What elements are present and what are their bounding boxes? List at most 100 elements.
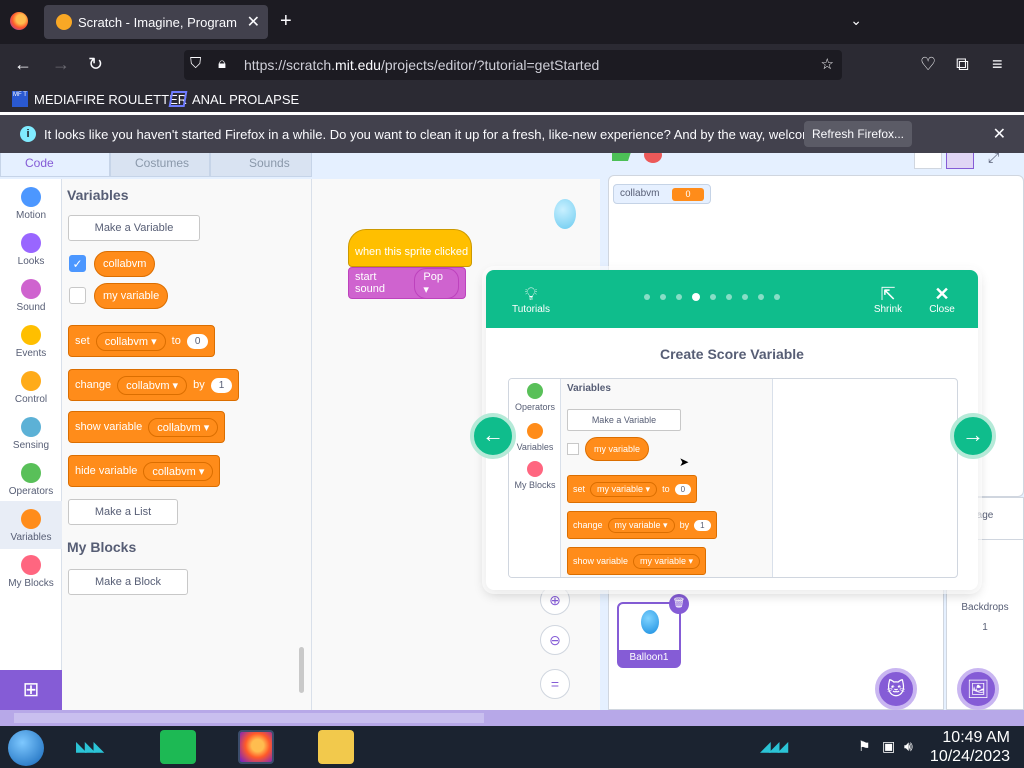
my-blocks-category-icon	[527, 461, 543, 477]
make-list-button[interactable]: Make a List	[68, 499, 178, 525]
close-icon[interactable]: ✕	[993, 124, 1006, 144]
network-icon[interactable]: ▣	[882, 738, 895, 755]
category-variables[interactable]: Variables	[0, 501, 62, 549]
category-sensing[interactable]: Sensing	[0, 413, 62, 457]
step-dot[interactable]	[676, 294, 682, 300]
previous-step-arrow-icon[interactable]: ←	[470, 413, 516, 459]
sprite-tile-balloon[interactable]: Balloon1 🗑︎	[617, 594, 689, 668]
tutorials-button[interactable]: 💡︎ Tutorials	[508, 284, 554, 315]
zoom-reset-icon[interactable]: =	[540, 669, 570, 699]
firefox-icon[interactable]	[10, 12, 28, 30]
extensions-icon[interactable]: ⧉	[956, 54, 969, 75]
stop-icon[interactable]	[644, 153, 662, 163]
fullscreen-icon[interactable]: ⤢	[988, 153, 999, 166]
add-backdrop-button[interactable]: 🖼︎	[957, 668, 999, 710]
firefox-taskbar-icon[interactable]	[238, 730, 274, 764]
new-tab-icon[interactable]: +	[280, 10, 292, 33]
step-dot[interactable]	[660, 294, 666, 300]
category-my-blocks[interactable]: My Blocks	[0, 551, 62, 595]
value-input[interactable]: 1	[210, 377, 233, 393]
zoom-out-icon[interactable]: ⊖	[540, 625, 570, 655]
green-flag-icon[interactable]	[612, 153, 632, 161]
bookmark-mediafire[interactable]: MF T MEDIAFIRE ROULETTER	[12, 91, 187, 107]
tab-title: Scratch - Imagine, Program, Sh	[78, 15, 238, 30]
add-extension-button[interactable]: ⊞	[0, 670, 62, 710]
variable-reporter[interactable]: my variable	[94, 283, 169, 309]
variable-dropdown[interactable]: collabvm ▾	[117, 375, 188, 395]
bookmarks-toolbar: MF T MEDIAFIRE ROULETTER ANAL PROLAPSE	[0, 86, 1024, 112]
demo-show-block: show variable my variable ▾	[567, 547, 707, 575]
palette-scrollbar[interactable]	[299, 647, 304, 693]
make-block-button[interactable]: Make a Block	[68, 569, 188, 595]
category-operators[interactable]: Operators	[0, 459, 62, 503]
step-dot[interactable]	[726, 294, 732, 300]
add-sprite-button[interactable]: 🐱︎	[875, 668, 917, 710]
next-step-arrow-icon[interactable]: →	[950, 413, 996, 459]
value-input[interactable]: 0	[186, 333, 209, 349]
variable-dropdown[interactable]: collabvm ▾	[148, 417, 219, 437]
browser-nav-bar: ← → ↻ ⛉ 🔒︎ https://scratch.mit.edu/proje…	[0, 44, 1024, 86]
make-variable-button[interactable]: Make a Variable	[68, 215, 200, 241]
category-control[interactable]: Control	[0, 367, 62, 411]
category-motion[interactable]: Motion	[0, 183, 62, 227]
flag-icon[interactable]: ⚑	[858, 738, 871, 755]
menu-icon[interactable]: ≡	[992, 54, 1003, 75]
step-indicator	[644, 293, 780, 301]
when-sprite-clicked-block[interactable]: when this sprite clicked	[348, 229, 472, 267]
taskbar-decoration: ◢◢◢	[760, 738, 788, 754]
tab-costumes[interactable]: Costumes	[110, 153, 210, 177]
browser-tab-scratch[interactable]: Scratch - Imagine, Program, Sh ✕	[44, 5, 268, 39]
trash-icon[interactable]: 🗑︎	[669, 594, 689, 614]
variable-dropdown[interactable]: collabvm ▾	[143, 461, 214, 481]
variable-reporter[interactable]: collabvm	[94, 251, 156, 277]
system-clock[interactable]: 10:49 AM 10/24/2023	[930, 728, 1010, 766]
scratch-favicon-icon	[56, 14, 72, 30]
pocket-icon[interactable]: ♡	[920, 54, 936, 75]
shrink-button[interactable]: ⇱ Shrink	[868, 284, 908, 315]
close-tutorial-button[interactable]: ✕ Close	[922, 284, 962, 315]
large-stage-icon[interactable]	[946, 153, 974, 169]
spotify-taskbar-icon[interactable]	[160, 730, 196, 764]
scrollbar-thumb[interactable]	[14, 713, 484, 723]
category-looks[interactable]: Looks	[0, 229, 62, 273]
sound-dropdown[interactable]: Pop ▾	[414, 267, 459, 299]
category-sound[interactable]: Sound	[0, 275, 62, 319]
volume-icon[interactable]: 🔊︎	[904, 738, 913, 755]
tutorial-card: 💡︎ Tutorials ⇱ Shrink ✕ Close Create Sco…	[486, 270, 978, 590]
start-sound-block[interactable]: start sound Pop ▾	[348, 267, 466, 299]
editor-tabs: Code Costumes Sounds	[0, 153, 600, 179]
variable-checkbox[interactable]	[69, 287, 86, 304]
bookmark-second[interactable]: ANAL PROLAPSE	[168, 91, 299, 107]
category-events[interactable]: Events	[0, 321, 62, 365]
step-dot[interactable]	[710, 294, 716, 300]
step-dot[interactable]	[758, 294, 764, 300]
back-arrow-icon[interactable]: ←	[14, 54, 32, 75]
show-variable-block[interactable]: show variable collabvm ▾	[68, 411, 226, 443]
variable-monitor[interactable]: collabvm 0	[613, 184, 711, 204]
page-horizontal-scrollbar[interactable]	[0, 710, 1024, 726]
small-stage-icon[interactable]	[914, 153, 942, 169]
refresh-firefox-button[interactable]: Refresh Firefox...	[804, 121, 912, 147]
demo-category-operators: Operators	[509, 383, 561, 412]
lock-icon[interactable]: 🔒︎	[218, 55, 226, 72]
step-dot[interactable]	[644, 294, 650, 300]
file-explorer-taskbar-icon[interactable]	[318, 730, 354, 764]
variable-dropdown[interactable]: collabvm ▾	[95, 331, 166, 351]
chevron-down-icon[interactable]: ⌄	[850, 12, 862, 29]
tab-code[interactable]: Code	[0, 153, 110, 177]
shield-icon[interactable]: ⛉	[190, 55, 201, 72]
forward-arrow-icon[interactable]: →	[52, 54, 70, 75]
variable-checkbox-checked[interactable]: ✓	[69, 255, 86, 272]
step-dot[interactable]	[742, 294, 748, 300]
start-orb-icon[interactable]	[8, 730, 44, 766]
step-dot-active[interactable]	[692, 293, 700, 301]
hide-variable-block[interactable]: hide variable collabvm ▾	[68, 455, 221, 487]
reload-icon[interactable]: ↻	[88, 54, 103, 75]
close-tab-icon[interactable]: ✕	[247, 12, 260, 32]
step-dot[interactable]	[774, 294, 780, 300]
set-variable-block[interactable]: set collabvm ▾ to 0	[68, 325, 216, 357]
tab-sounds[interactable]: Sounds	[210, 153, 312, 177]
url-bar[interactable]: ⛉ 🔒︎ https://scratch.mit.edu/projects/ed…	[184, 50, 842, 80]
change-variable-block[interactable]: change collabvm ▾ by 1	[68, 369, 240, 401]
bookmark-star-icon[interactable]: ☆	[821, 55, 834, 73]
